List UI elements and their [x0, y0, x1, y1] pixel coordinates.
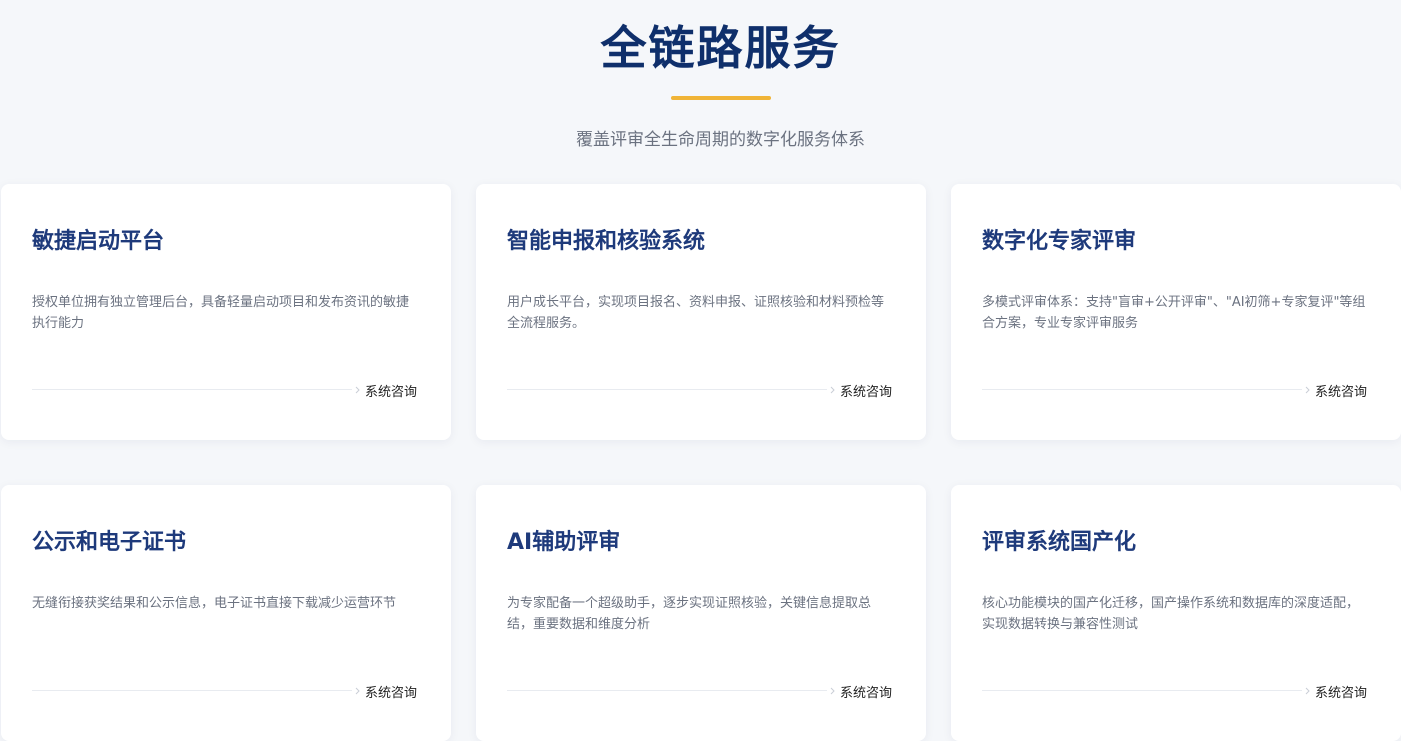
- card-title: 公示和电子证书: [32, 530, 187, 555]
- consult-link[interactable]: 系统咨询: [353, 681, 417, 701]
- card-divider: [982, 690, 1302, 691]
- service-card-e-certificate: 公示和电子证书 无缝衔接获奖结果和公示信息，电子证书直接下载减少运营环节 系统咨…: [1, 485, 451, 741]
- card-description: 无缝衔接获奖结果和公示信息，电子证书直接下载减少运营环节: [32, 596, 397, 611]
- card-divider: [507, 389, 827, 390]
- card-description: 授权单位拥有独立管理后台，具备轻量启动项目和发布资讯的敏捷执行能力: [32, 295, 410, 331]
- card-title: AI辅助评审: [507, 530, 621, 555]
- service-card-expert-review: 数字化专家评审 多模式评审体系：支持"盲审+公开评审"、"AI初筛+专家复评"等…: [951, 184, 1401, 440]
- chevron-right-icon: [1305, 687, 1310, 695]
- card-description: 用户成长平台，实现项目报名、资料申报、证照核验和材料预检等全流程服务。: [507, 295, 885, 331]
- card-title: 数字化专家评审: [982, 229, 1137, 254]
- consult-link-label: 系统咨询: [365, 685, 418, 701]
- service-card-ai-review: AI辅助评审 为专家配备一个超级助手，逐步实现证照核验，关键信息提取总结，重要数…: [476, 485, 926, 741]
- consult-link-label: 系统咨询: [840, 685, 893, 701]
- card-title: 敏捷启动平台: [32, 229, 165, 254]
- card-title: 智能申报和核验系统: [507, 229, 706, 254]
- card-title: 评审系统国产化: [982, 530, 1137, 555]
- chevron-right-icon: [830, 687, 835, 695]
- title-underline: [671, 96, 771, 100]
- chevron-right-icon: [355, 386, 360, 394]
- service-card-agile-launch: 敏捷启动平台 授权单位拥有独立管理后台，具备轻量启动项目和发布资讯的敏捷执行能力…: [1, 184, 451, 440]
- card-divider: [32, 690, 352, 691]
- consult-link-label: 系统咨询: [1315, 384, 1368, 400]
- card-description: 为专家配备一个超级助手，逐步实现证照核验，关键信息提取总结，重要数据和维度分析: [507, 596, 872, 632]
- consult-link-label: 系统咨询: [1315, 685, 1368, 701]
- section-title: 全链路服务: [600, 21, 841, 75]
- consult-link[interactable]: 系统咨询: [828, 380, 892, 400]
- chevron-right-icon: [1305, 386, 1310, 394]
- chevron-right-icon: [355, 687, 360, 695]
- consult-link-label: 系统咨询: [840, 384, 893, 400]
- section-subtitle: 覆盖评审全生命周期的数字化服务体系: [576, 130, 865, 150]
- card-description: 核心功能模块的国产化迁移，国产操作系统和数据库的深度适配，实现数据转换与兼容性测…: [982, 596, 1360, 632]
- service-card-smart-application: 智能申报和核验系统 用户成长平台，实现项目报名、资料申报、证照核验和材料预检等全…: [476, 184, 926, 440]
- card-divider: [32, 389, 352, 390]
- consult-link[interactable]: 系统咨询: [828, 681, 892, 701]
- consult-link[interactable]: 系统咨询: [1303, 681, 1367, 701]
- service-card-localization: 评审系统国产化 核心功能模块的国产化迁移，国产操作系统和数据库的深度适配，实现数…: [951, 485, 1401, 741]
- chevron-right-icon: [830, 386, 835, 394]
- consult-link-label: 系统咨询: [365, 384, 418, 400]
- card-divider: [982, 389, 1302, 390]
- card-divider: [507, 690, 827, 691]
- card-description: 多模式评审体系：支持"盲审+公开评审"、"AI初筛+专家复评"等组合方案，专业专…: [982, 295, 1366, 331]
- consult-link[interactable]: 系统咨询: [1303, 380, 1367, 400]
- consult-link[interactable]: 系统咨询: [353, 380, 417, 400]
